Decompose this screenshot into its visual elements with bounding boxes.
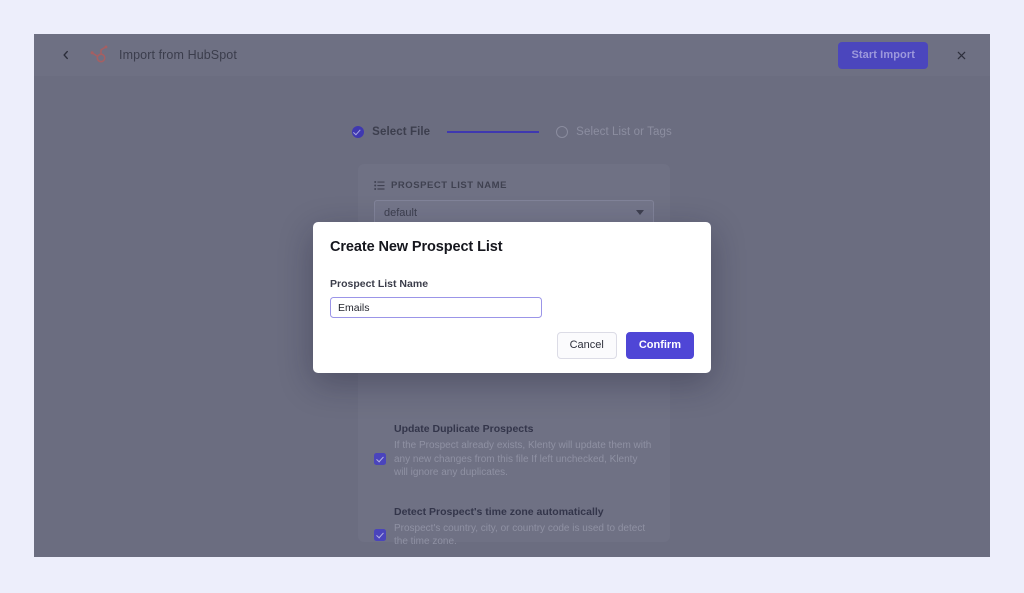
prospect-list-select-value: default — [384, 206, 418, 219]
prospect-list-name-input[interactable] — [330, 297, 542, 318]
option-detect-time-zone: Detect Prospect's time zone automaticall… — [374, 506, 654, 549]
dialog-title: Create New Prospect List — [330, 239, 503, 255]
list-icon — [374, 181, 385, 190]
prospect-list-name-field-label: Prospect List Name — [330, 278, 429, 290]
option-row[interactable]: Prospect's country, city, or country cod… — [374, 522, 654, 549]
option-update-duplicate-prospects: Update Duplicate Prospects If the Prospe… — [374, 423, 654, 480]
page-root: Import from HubSpot Start Import Select … — [0, 0, 1024, 593]
app-title: Import from HubSpot — [119, 48, 237, 62]
close-icon[interactable] — [954, 48, 968, 62]
prospect-list-name-label: PROSPECT LIST NAME — [391, 180, 507, 191]
confirm-button[interactable]: Confirm — [625, 332, 694, 359]
step-select-list-or-tags-label: Select List or Tags — [576, 126, 672, 138]
step-select-file[interactable]: Select File — [352, 126, 430, 138]
option-title: Detect Prospect's time zone automaticall… — [394, 505, 604, 518]
option-title: Update Duplicate Prospects — [394, 423, 534, 435]
option-row[interactable]: If the Prospect already exists, Klenty w… — [374, 439, 654, 480]
option-description: If the Prospect already exists, Klenty w… — [394, 440, 652, 478]
checkbox-checked-icon[interactable] — [374, 529, 386, 541]
import-stepper: Select File Select List or Tags — [34, 126, 990, 138]
check-circle-icon — [352, 126, 365, 138]
cancel-button[interactable]: Cancel — [556, 332, 617, 359]
chevron-down-icon — [636, 210, 644, 215]
prospect-list-name-header: PROSPECT LIST NAME — [374, 180, 654, 191]
checkbox-checked-icon[interactable] — [374, 453, 386, 466]
dialog-actions: Cancel Confirm — [556, 332, 694, 359]
option-description: Prospect's country, city, or country cod… — [394, 522, 646, 548]
circle-icon — [556, 126, 569, 138]
step-select-file-label: Select File — [372, 126, 431, 138]
app-header: Import from HubSpot Start Import — [34, 34, 990, 76]
chevron-left-icon[interactable] — [58, 47, 74, 63]
stepper-connector — [447, 131, 540, 133]
hubspot-logo-icon — [90, 45, 108, 63]
step-select-list-or-tags[interactable]: Select List or Tags — [556, 126, 672, 138]
create-prospect-list-dialog: Create New Prospect List Prospect List N… — [313, 222, 711, 373]
start-import-button[interactable]: Start Import — [838, 41, 928, 69]
